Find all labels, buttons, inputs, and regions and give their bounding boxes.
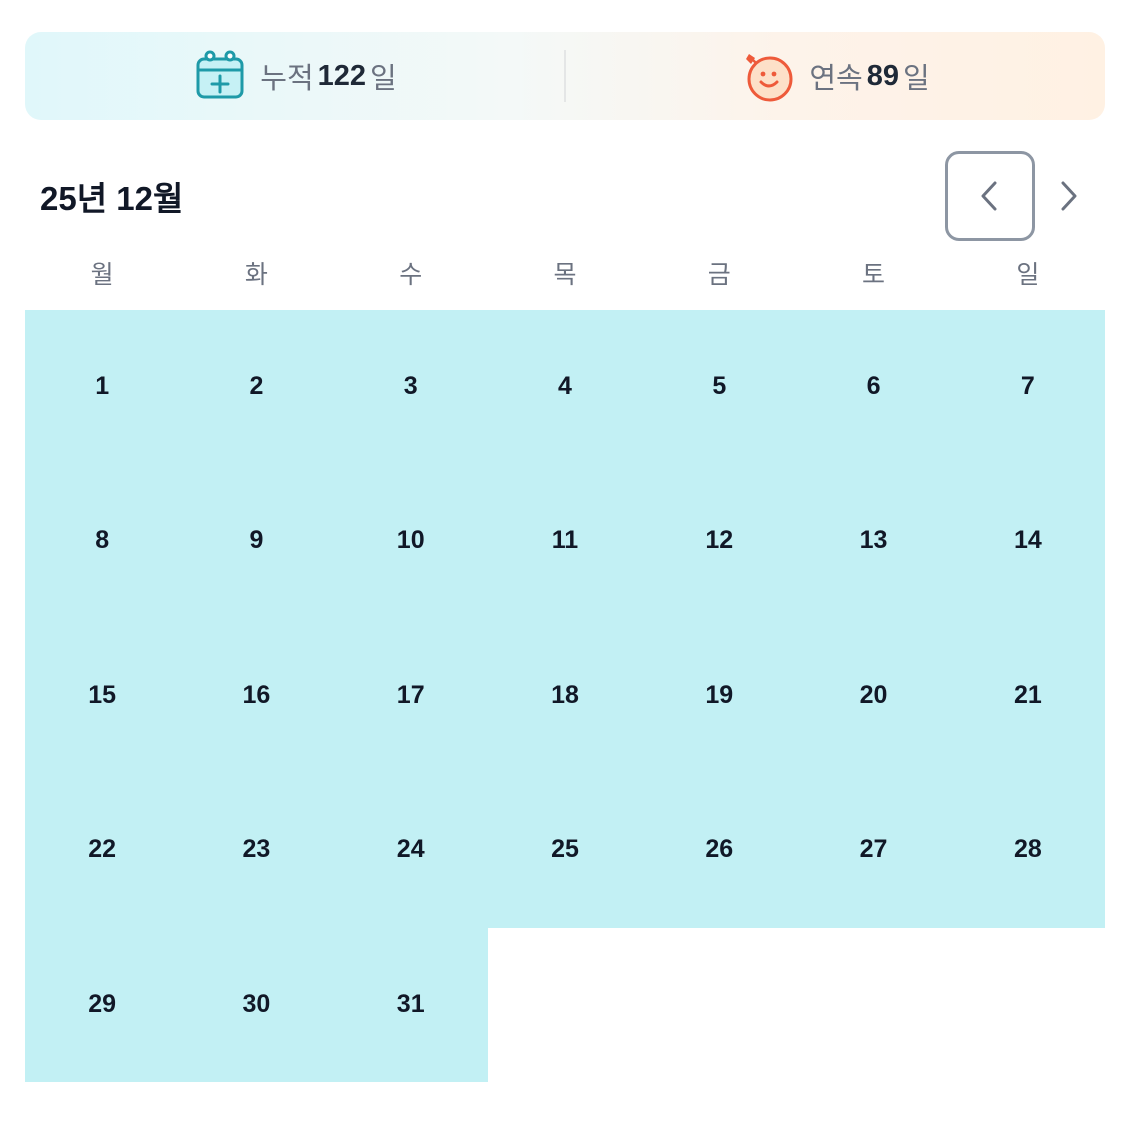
calendar-day[interactable]: 29 — [25, 927, 180, 1082]
weekday-label: 일 — [1016, 261, 1040, 289]
calendar-day[interactable]: 7 — [950, 310, 1105, 465]
weekday-header: 월 화 수 목 금 토 일 — [25, 250, 1105, 300]
day-number: 25 — [551, 835, 579, 864]
stats-banner: 누적 122 일 연속 89 일 — [25, 32, 1105, 120]
streak-days-label: 연속 — [809, 63, 863, 95]
day-number: 4 — [558, 372, 572, 400]
calendar-day[interactable]: 18 — [487, 618, 643, 774]
calendar-day[interactable]: 2 — [179, 310, 334, 465]
day-number: 12 — [705, 526, 734, 555]
calendar-day[interactable]: 28 — [950, 773, 1105, 928]
day-number: 18 — [551, 680, 579, 709]
calendar-day[interactable]: 25 — [487, 773, 643, 928]
day-number: 27 — [859, 835, 888, 864]
calendar-day[interactable]: 5 — [642, 310, 797, 465]
calendar-plus-icon — [196, 50, 244, 99]
weekday-label: 화 — [244, 261, 268, 289]
total-days-label: 누적 — [260, 63, 314, 95]
total-days-value: 122 — [317, 59, 367, 92]
calendar-day[interactable]: 6 — [796, 310, 951, 465]
day-number: 7 — [1020, 372, 1035, 400]
day-number: 22 — [88, 835, 117, 864]
weekday-label: 수 — [399, 261, 423, 289]
day-number: 10 — [396, 526, 425, 555]
day-number: 5 — [712, 372, 727, 400]
chevron-right-icon — [1061, 181, 1077, 211]
smiling-face-icon — [746, 54, 793, 102]
next-month-button[interactable] — [1040, 151, 1096, 241]
weekday-label: 목 — [553, 261, 577, 289]
weekday-label: 금 — [707, 261, 731, 289]
day-number: 24 — [396, 835, 425, 864]
day-number: 30 — [242, 989, 271, 1018]
day-number: 13 — [859, 526, 888, 555]
calendar-day[interactable]: 9 — [179, 464, 334, 619]
day-number: 31 — [396, 989, 425, 1018]
day-number: 2 — [249, 372, 264, 400]
calendar-day[interactable]: 14 — [950, 464, 1105, 619]
day-number: 28 — [1013, 835, 1042, 864]
calendar-day[interactable]: 27 — [796, 773, 951, 928]
month-title: 25년 12월 — [40, 180, 184, 217]
day-number: 19 — [705, 680, 734, 709]
day-number: 8 — [95, 526, 110, 555]
calendar-day[interactable]: 26 — [642, 773, 797, 928]
calendar-day[interactable]: 17 — [333, 618, 488, 774]
calendar-day[interactable]: 4 — [487, 310, 643, 465]
calendar-day[interactable]: 30 — [179, 927, 334, 1082]
calendar-day[interactable]: 11 — [487, 464, 643, 619]
weekday-label: 토 — [862, 261, 886, 289]
day-number: 1 — [95, 372, 110, 400]
day-number: 21 — [1013, 680, 1042, 709]
total-days-stat: 누적 122 일 — [25, 32, 564, 120]
total-days-unit: 일 — [370, 63, 397, 95]
chevron-left-icon — [981, 181, 997, 211]
calendar-day[interactable]: 10 — [333, 464, 488, 619]
day-number: 11 — [551, 526, 579, 555]
day-number: 9 — [249, 526, 264, 555]
day-number: 20 — [859, 680, 888, 709]
weekday-label: 월 — [90, 261, 114, 289]
day-number: 3 — [403, 372, 418, 400]
calendar-day[interactable]: 20 — [796, 618, 951, 774]
calendar-day[interactable]: 12 — [642, 464, 797, 619]
calendar-day[interactable]: 8 — [25, 464, 180, 619]
day-number: 17 — [396, 680, 425, 709]
calendar-day[interactable]: 16 — [179, 618, 334, 774]
day-number: 16 — [242, 680, 271, 709]
calendar-day[interactable]: 23 — [179, 773, 334, 928]
calendar-day[interactable]: 24 — [333, 773, 488, 928]
prev-month-button[interactable] — [945, 151, 1035, 241]
calendar-day[interactable]: 15 — [25, 618, 180, 774]
day-number: 14 — [1013, 526, 1042, 555]
calendar-grid: 1 2 3 4 5 6 7 8 9 10 11 12 13 14 15 16 1… — [25, 310, 1105, 1082]
day-number: 23 — [242, 835, 271, 864]
day-number: 15 — [88, 680, 117, 709]
day-number: 26 — [705, 835, 734, 864]
calendar-day[interactable]: 21 — [950, 618, 1105, 774]
calendar-day[interactable]: 3 — [333, 310, 488, 465]
calendar-day[interactable]: 22 — [25, 773, 180, 928]
day-number: 6 — [866, 372, 881, 400]
day-number: 29 — [88, 989, 117, 1018]
streak-days-stat: 연속 89 일 — [566, 32, 1105, 120]
streak-days-value: 89 — [866, 59, 899, 92]
calendar-day[interactable]: 31 — [333, 927, 488, 1082]
calendar-day[interactable]: 19 — [642, 618, 797, 774]
streak-days-unit: 일 — [902, 63, 930, 95]
calendar-day[interactable]: 1 — [25, 310, 180, 465]
calendar-day[interactable]: 13 — [796, 464, 951, 619]
